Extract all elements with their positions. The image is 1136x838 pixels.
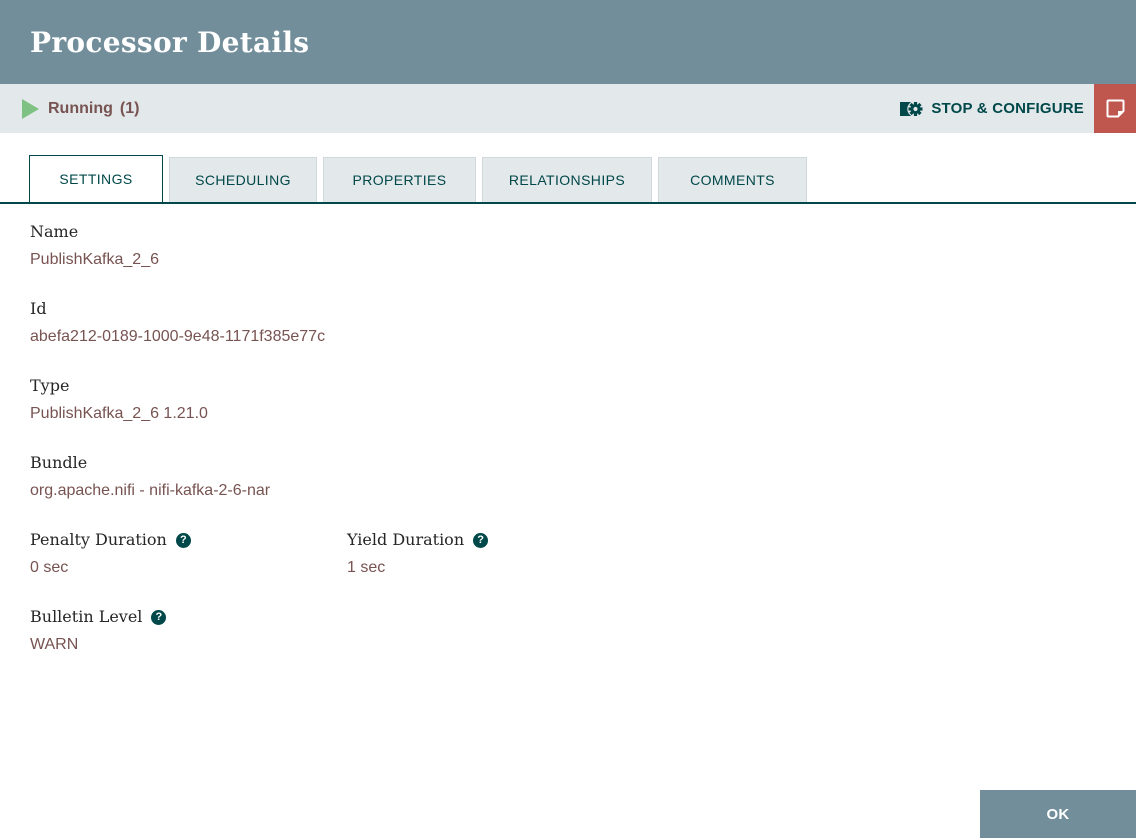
bulletin-level-label-text: Bulletin Level <box>30 607 143 626</box>
bulletin-level-value: WARN <box>30 636 79 653</box>
stop-and-configure-label: STOP & CONFIGURE <box>931 100 1084 117</box>
bundle-value: org.apache.nifi - nifi-kafka-2-6-nar <box>30 482 271 499</box>
ok-button[interactable]: OK <box>980 790 1136 838</box>
bulletin-level-label: Bulletin Level ? <box>30 606 1106 628</box>
tab-comments-label: COMMENTS <box>690 172 775 188</box>
question-circle-icon[interactable]: ? <box>151 609 167 625</box>
tab-scheduling[interactable]: SCHEDULING <box>169 157 317 202</box>
dialog-header: Processor Details <box>0 0 1136 84</box>
yield-duration-label: Yield Duration ? <box>347 529 489 551</box>
type-label: Type <box>30 376 70 395</box>
field-name: Name PublishKafka_2_6 <box>30 221 1106 271</box>
yield-duration-value: 1 sec <box>347 559 386 576</box>
question-circle-icon[interactable]: ? <box>473 532 489 548</box>
run-state-count: (1) <box>119 99 140 117</box>
penalty-duration-value: 0 sec <box>30 559 69 576</box>
field-bundle: Bundle org.apache.nifi - nifi-kafka-2-6-… <box>30 452 1106 502</box>
name-value: PublishKafka_2_6 <box>30 251 159 268</box>
penalty-duration-label: Penalty Duration ? <box>30 529 347 551</box>
field-yield-duration: Yield Duration ? 1 sec <box>347 529 489 579</box>
yield-duration-label-text: Yield Duration <box>347 530 465 549</box>
tab-properties[interactable]: PROPERTIES <box>323 157 476 202</box>
penalty-duration-label-text: Penalty Duration <box>30 530 167 549</box>
field-id: Id abefa212-0189-1000-9e48-1171f385e77c <box>30 298 1106 348</box>
field-penalty-duration: Penalty Duration ? 0 sec <box>30 529 347 579</box>
run-state-label: Running <box>48 99 113 117</box>
tab-bar: SETTINGS SCHEDULING PROPERTIES RELATIONS… <box>0 155 1136 204</box>
settings-tab-content: Name PublishKafka_2_6 Id abefa212-0189-1… <box>0 204 1136 656</box>
id-label: Id <box>30 299 47 318</box>
tab-relationships-label: RELATIONSHIPS <box>508 172 626 188</box>
tab-settings[interactable]: SETTINGS <box>29 155 163 202</box>
tab-settings-label: SETTINGS <box>59 171 133 187</box>
duration-row: Penalty Duration ? 0 sec Yield Duration … <box>30 529 1106 606</box>
tab-relationships[interactable]: RELATIONSHIPS <box>482 157 652 202</box>
tab-comments[interactable]: COMMENTS <box>658 157 807 202</box>
play-triangle-icon <box>22 98 39 119</box>
processor-details-dialog: Processor Details Running (1) STOP & CON… <box>0 0 1136 838</box>
status-bar: Running (1) STOP & CONFIGURE <box>0 84 1136 133</box>
field-type: Type PublishKafka_2_6 1.21.0 <box>30 375 1106 425</box>
bulletin-indicator[interactable] <box>1094 84 1136 133</box>
field-bulletin-level: Bulletin Level ? WARN <box>30 606 1106 656</box>
tab-properties-label: PROPERTIES <box>352 172 447 188</box>
stop-and-configure-button[interactable]: STOP & CONFIGURE <box>900 99 1084 119</box>
sticky-note-icon <box>1104 97 1127 120</box>
type-value: PublishKafka_2_6 1.21.0 <box>30 405 208 422</box>
dialog-title: Processor Details <box>30 25 310 59</box>
question-circle-icon[interactable]: ? <box>175 532 191 548</box>
operate-gear-icon <box>900 99 925 119</box>
name-label: Name <box>30 222 79 241</box>
id-value: abefa212-0189-1000-9e48-1171f385e77c <box>30 328 326 345</box>
bundle-label: Bundle <box>30 453 88 472</box>
tab-scheduling-label: SCHEDULING <box>195 172 291 188</box>
